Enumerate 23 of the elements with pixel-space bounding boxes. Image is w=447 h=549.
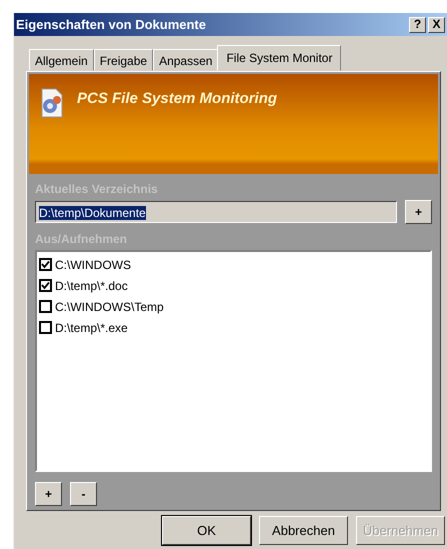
directory-field[interactable]: D:\temp\Dokumente xyxy=(35,201,397,223)
checkbox[interactable] xyxy=(39,321,52,334)
tab[interactable]: File System Monitor xyxy=(217,45,342,71)
help-button[interactable]: ? xyxy=(409,16,426,32)
window-title: Eigenschaften von Dokumente xyxy=(16,16,207,34)
add-button[interactable]: + xyxy=(35,482,62,506)
dialog-button[interactable]: Abbrechen xyxy=(259,516,348,545)
checkbox[interactable] xyxy=(39,258,52,271)
path-item[interactable]: D:\temp\*.doc xyxy=(55,276,128,294)
checkbox[interactable] xyxy=(39,279,52,292)
document-gear-icon xyxy=(39,88,65,118)
tab[interactable]: Allgemein xyxy=(29,49,94,71)
remove-button[interactable]: - xyxy=(70,482,97,506)
path-item[interactable]: D:\temp\*.exe xyxy=(55,318,128,336)
close-button[interactable]: X xyxy=(428,16,445,32)
tab[interactable]: Anpassen xyxy=(153,49,218,71)
path-item[interactable]: C:\WINDOWS\Temp xyxy=(55,298,164,316)
dialog-button[interactable]: OK xyxy=(162,516,251,545)
add-button[interactable]: + xyxy=(405,200,432,224)
checkbox[interactable] xyxy=(39,300,52,313)
path-item[interactable]: C:\WINDOWS xyxy=(55,256,131,274)
banner-title: PCS File System Monitoring xyxy=(77,89,278,109)
tab[interactable]: Freigabe xyxy=(94,49,154,71)
